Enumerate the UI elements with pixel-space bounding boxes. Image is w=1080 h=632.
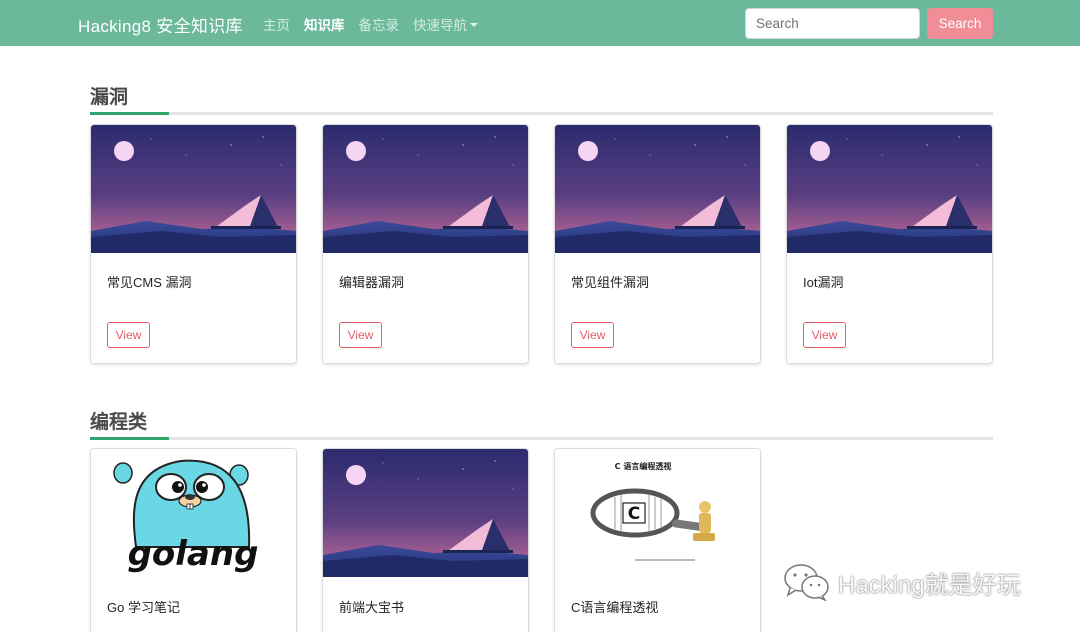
golang-logo-text: golang [128, 534, 259, 574]
section-divider-accent [90, 112, 169, 115]
nav-item-quick-nav-dropdown[interactable]: 快速导航 [413, 14, 478, 34]
caret-down-icon [470, 23, 478, 27]
card-image-landscape [787, 125, 992, 253]
view-button[interactable]: View [107, 322, 150, 348]
section-divider [90, 112, 993, 115]
card-title: C语言编程透视 [571, 600, 659, 615]
card-frontend-book: 前端大宝书 [322, 448, 529, 632]
card-image-landscape [323, 449, 528, 577]
card-c-programming: C 语言编程透视 C C语言编程透视 [554, 448, 761, 632]
card-image-landscape [555, 125, 760, 253]
card-image-landscape [91, 125, 296, 253]
card-editor-vuln: 编辑器漏洞 View [322, 124, 529, 364]
main-nav: 主页 知识库 备忘录 快速导航 [263, 14, 492, 34]
nav-item-home[interactable]: 主页 [263, 14, 290, 34]
view-button[interactable]: View [571, 322, 614, 348]
nav-item-memo[interactable]: 备忘录 [359, 14, 400, 34]
view-button[interactable]: View [339, 322, 382, 348]
card-image-landscape [323, 125, 528, 253]
card-go-notes: golang Go 学习笔记 [90, 448, 297, 632]
top-navbar: Hacking8 安全知识库 主页 知识库 备忘录 快速导航 Search [0, 0, 1080, 46]
card-iot-vuln: Iot漏洞 View [786, 124, 993, 364]
section-title-programming: 编程类 [90, 412, 148, 433]
cover-title-text: C 语言编程透视 [615, 461, 672, 471]
nav-item-knowledge-base[interactable]: 知识库 [304, 14, 345, 34]
card-component-vuln: 常见组件漏洞 View [554, 124, 761, 364]
search-button[interactable]: Search [927, 8, 993, 39]
c-book-cover-image: C 语言编程透视 C [555, 449, 760, 577]
search-input[interactable] [745, 8, 920, 39]
card-title: 常见组件漏洞 [571, 275, 650, 290]
card-title: 前端大宝书 [339, 600, 405, 615]
cover-letter-c: C [628, 504, 640, 524]
section-divider [90, 437, 993, 440]
card-title: Iot漏洞 [803, 275, 844, 290]
card-title: Go 学习笔记 [107, 600, 180, 615]
card-title: 编辑器漏洞 [339, 275, 405, 290]
watermark-text: Hacking就是好玩 [838, 571, 1021, 599]
section-divider-accent [90, 437, 169, 440]
card-common-cms-vuln: 常见CMS 漏洞 View [90, 124, 297, 364]
card-title: 常见CMS 漏洞 [107, 275, 192, 290]
brand-logo-text[interactable]: Hacking8 安全知识库 [78, 12, 243, 37]
view-button[interactable]: View [803, 322, 846, 348]
wechat-icon [784, 564, 829, 601]
wechat-watermark: Hacking就是好玩 [782, 563, 1021, 601]
section-title-vulnerabilities: 漏洞 [90, 87, 129, 108]
golang-gopher-image: golang [91, 449, 296, 577]
nav-item-quick-nav-label: 快速导航 [413, 18, 467, 33]
